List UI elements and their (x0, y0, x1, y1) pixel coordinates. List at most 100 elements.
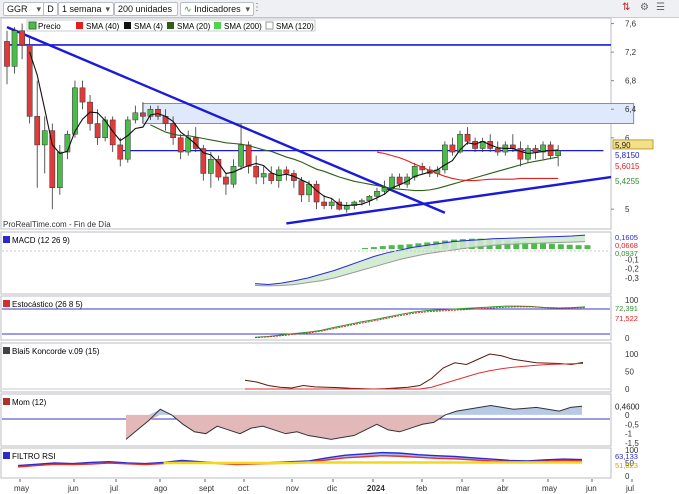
rsi-value-label: 51,823 (615, 461, 638, 470)
candle-body (155, 108, 161, 117)
candle-body (381, 187, 388, 192)
stoch-title: Estocástico (26 8 5) (12, 300, 83, 309)
stoch-value-label: 72,391 (615, 304, 638, 313)
candle-body (49, 130, 56, 188)
rsi-title: FILTRO RSI (12, 452, 55, 461)
settings-icon[interactable]: ⚙ (640, 2, 649, 14)
macd-histogram-bar (584, 245, 591, 249)
koncorde-title: Blai5 Koncorde v.09 (15) (12, 347, 100, 356)
candle-body (26, 44, 33, 117)
candle (124, 116, 131, 163)
candle-body (328, 201, 335, 206)
macd-value-label: 0,0937 (615, 249, 638, 258)
chevron-down-icon: ▾ (245, 4, 250, 14)
koncorde-swatch (3, 347, 10, 354)
koncorde-tick-label: 0 (625, 385, 630, 394)
candle-body (253, 166, 260, 178)
candle-body (94, 123, 101, 139)
candle-body (268, 173, 275, 181)
symbol-selector[interactable]: GGR ▾ (3, 2, 45, 16)
candle-body (64, 133, 71, 153)
candle-body (170, 123, 176, 139)
candle-body (449, 144, 456, 153)
time-tick-label: abr (497, 484, 509, 493)
chart-area[interactable]: Precio SMA (40) SMA (4) SMA (20) SMA (20… (0, 17, 679, 494)
time-tick-label: feb (416, 484, 428, 493)
candle-body (321, 201, 327, 206)
macd-histogram-bar (397, 244, 404, 249)
time-tick-label: jul (625, 484, 634, 493)
period-selector[interactable]: 1 semana ▾ (58, 2, 114, 16)
rsi-tick-label: 0 (625, 472, 630, 481)
candle-body (223, 176, 229, 185)
candle-body (396, 176, 403, 185)
candle-body (140, 112, 146, 117)
time-tick-label: sept (199, 484, 215, 493)
macd-swatch (3, 236, 10, 243)
units-selector[interactable]: 200 unidades ▾ (114, 2, 178, 26)
candle-body (109, 119, 116, 146)
rsi-axis: 10050063,13351,823 (615, 446, 639, 481)
mom-tick-label: -1 (625, 430, 633, 439)
candle-body (132, 112, 139, 121)
price-label: 5,4255 (615, 177, 640, 186)
macd-axis: -0,1-0,2-0,30,16050,06680,0937 (615, 233, 639, 283)
candle-body (260, 173, 267, 178)
candle-body (79, 87, 86, 103)
price-tick-label: 7,6 (625, 20, 637, 29)
rsi-yellow-line (163, 461, 582, 465)
price-tick-label: 6,8 (625, 77, 637, 86)
mom-title: Mom (12) (12, 398, 47, 407)
legend-swatch-sma40 (76, 22, 83, 29)
time-tick-label: may (542, 484, 557, 493)
time-tick-label: dic (327, 484, 337, 493)
stoch-tick-label: 0 (625, 334, 630, 343)
legend-sma20: SMA (20) (177, 22, 211, 31)
macd-histogram-bar (575, 245, 582, 249)
drawing-tools-icon[interactable]: ⋮ (252, 2, 262, 14)
menu-icon[interactable]: ☰ (656, 2, 665, 14)
legend-sma120: SMA (120) (276, 22, 314, 31)
candle (442, 141, 448, 174)
time-tick-label: 2024 (367, 484, 385, 493)
candle-body (117, 144, 124, 160)
legend-swatch-sma4 (124, 22, 131, 29)
price-legend: Precio SMA (40) SMA (4) SMA (20) SMA (20… (26, 19, 316, 32)
candle-body (464, 133, 471, 142)
period-label: 1 semana (62, 4, 102, 14)
price-label: 5,90 (615, 141, 631, 150)
candle-body (238, 144, 244, 167)
candle-body (230, 166, 237, 185)
trade-icon[interactable]: ⇅ (622, 2, 630, 14)
time-tick-label: jun (67, 484, 79, 493)
price-tick-label: 7,2 (625, 48, 637, 57)
legend-swatch-sma120 (265, 21, 274, 30)
candle-body (555, 150, 561, 156)
chart-toolbar: GGR ▾ D 1 semana ▾ 200 unidades ▾ ∿ Indi… (0, 0, 679, 26)
price-label: 5,8150 (615, 151, 640, 160)
rsi-swatch (3, 452, 10, 459)
units-label: 200 unidades (118, 4, 173, 14)
price-tick-label: 6,4 (625, 105, 637, 114)
macd-histogram-bar (379, 246, 386, 249)
legend-sma4: SMA (4) (134, 22, 163, 31)
legend-swatch-precio (28, 21, 37, 30)
candle-body (177, 137, 184, 153)
legend-swatch-sma20 (167, 22, 174, 29)
candle-body (215, 158, 222, 178)
macd-histogram-bar (388, 245, 395, 249)
macd-title: MACD (12 26 9) (12, 236, 70, 245)
indicators-label: Indicadores (194, 4, 241, 14)
stoch-axis: 100072,39171,522 (615, 296, 639, 343)
candle-body (313, 183, 320, 203)
time-tick-label: mar (456, 484, 470, 493)
macd-histogram-bar (370, 247, 377, 249)
mom-swatch (3, 398, 10, 405)
indicators-button[interactable]: ∿ Indicadores ▾ (180, 2, 254, 16)
time-tick-label: oct (238, 484, 249, 493)
indicators-icon: ∿ (184, 4, 192, 14)
chart-type-button[interactable]: D (43, 2, 58, 16)
resistance-zone[interactable] (142, 103, 635, 124)
mom-tick-label: -0,5 (625, 420, 639, 429)
mom-axis: 0-0,5-1-1,50,4600 (613, 401, 645, 448)
